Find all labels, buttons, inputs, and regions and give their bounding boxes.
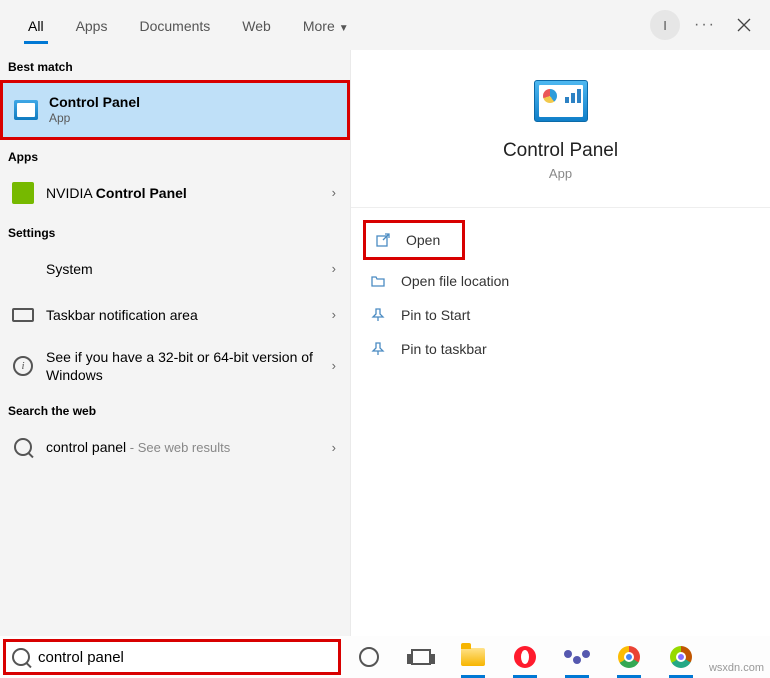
detail-subtitle: App — [549, 166, 572, 181]
user-avatar[interactable]: I — [650, 10, 680, 40]
task-view-icon[interactable] — [407, 643, 435, 671]
watermark: wsxdn.com — [709, 662, 764, 674]
tab-web[interactable]: Web — [226, 6, 287, 44]
result-nvidia-control-panel[interactable]: NVIDIA Control Panel › — [0, 170, 350, 216]
chrome-alt-icon[interactable] — [667, 643, 695, 671]
search-input[interactable] — [38, 649, 338, 666]
taskbar — [0, 636, 770, 678]
chevron-down-icon: ▼ — [339, 23, 349, 34]
tab-all[interactable]: All — [12, 6, 60, 44]
action-open-file-location[interactable]: Open file location — [351, 264, 770, 298]
close-button[interactable] — [730, 11, 758, 39]
results-panel: Best match Control Panel App Apps NVIDIA… — [0, 50, 350, 636]
folder-icon — [369, 272, 387, 290]
opera-icon[interactable] — [511, 643, 539, 671]
chevron-right-icon: › — [332, 358, 336, 373]
taskbar-icon — [10, 302, 36, 328]
file-explorer-icon[interactable] — [459, 643, 487, 671]
result-32-64-bit[interactable]: i See if you have a 32-bit or 64-bit ver… — [0, 338, 350, 394]
action-pin-to-start[interactable]: Pin to Start — [351, 298, 770, 332]
cortana-icon[interactable] — [355, 643, 383, 671]
chevron-right-icon: › — [332, 261, 336, 276]
action-open[interactable]: Open — [366, 227, 448, 253]
tab-documents[interactable]: Documents — [123, 6, 226, 44]
result-system[interactable]: System › — [0, 246, 350, 292]
search-filter-tabs: All Apps Documents Web More▼ I ··· — [0, 0, 770, 50]
chevron-right-icon: › — [332, 307, 336, 322]
teams-icon[interactable] — [563, 643, 591, 671]
control-panel-large-icon — [534, 80, 588, 122]
chrome-icon[interactable] — [615, 643, 643, 671]
search-box[interactable] — [3, 639, 341, 675]
chevron-right-icon: › — [332, 440, 336, 455]
highlight-best-match: Control Panel App — [0, 80, 350, 140]
detail-title: Control Panel — [503, 140, 618, 162]
chevron-right-icon: › — [332, 185, 336, 200]
section-best-match: Best match — [0, 50, 350, 80]
info-icon: i — [10, 353, 36, 379]
action-pin-to-taskbar[interactable]: Pin to taskbar — [351, 332, 770, 366]
result-taskbar-notification[interactable]: Taskbar notification area › — [0, 292, 350, 338]
nvidia-icon — [10, 180, 36, 206]
tab-apps[interactable]: Apps — [60, 6, 124, 44]
detail-panel: Control Panel App Open Open file locatio… — [350, 50, 770, 636]
open-icon — [374, 231, 392, 249]
tab-more[interactable]: More▼ — [287, 6, 365, 44]
section-search-web: Search the web — [0, 394, 350, 424]
section-settings: Settings — [0, 216, 350, 246]
result-web-search[interactable]: control panel - See web results › — [0, 424, 350, 470]
search-icon — [10, 434, 36, 460]
control-panel-icon — [13, 97, 39, 123]
search-icon — [12, 648, 30, 666]
result-control-panel[interactable]: Control Panel App — [3, 83, 347, 137]
pin-icon — [369, 306, 387, 324]
highlight-open: Open — [363, 220, 465, 260]
section-apps: Apps — [0, 140, 350, 170]
more-options-icon[interactable]: ··· — [694, 16, 716, 34]
pin-icon — [369, 340, 387, 358]
